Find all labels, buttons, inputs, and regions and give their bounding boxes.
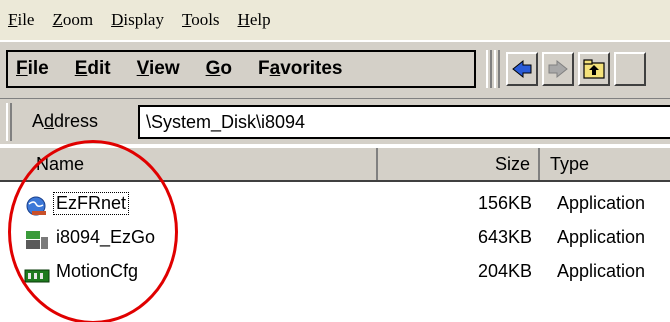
- up-folder-button[interactable]: [578, 52, 610, 86]
- pac-ezgo-icon: [26, 231, 48, 249]
- file-list: EzFRnet 156KB Application i8094_EzGo 643…: [0, 184, 670, 322]
- file-name: EzFRnet: [52, 192, 130, 215]
- file-size: 156KB: [477, 193, 532, 213]
- back-button[interactable]: [506, 52, 538, 86]
- file-type: Application: [557, 261, 646, 281]
- column-header-size[interactable]: Size: [380, 148, 540, 180]
- forward-arrow-icon: [548, 59, 568, 79]
- toolbar-grip-2[interactable]: [494, 50, 500, 88]
- address-input[interactable]: \System_Disk\i8094: [138, 105, 670, 139]
- file-list-header: Name Size Type: [0, 148, 670, 182]
- toolbar-grip[interactable]: [486, 50, 492, 88]
- address-bar: Address \System_Disk\i8094: [0, 98, 670, 144]
- forward-button[interactable]: [542, 52, 574, 86]
- zoom-menu-zoom[interactable]: Zoom: [52, 10, 93, 30]
- zoom-menu-display[interactable]: Display: [111, 10, 164, 30]
- menu-edit[interactable]: Edit: [75, 58, 111, 80]
- explorer-menu: File Edit View Go Favorites: [6, 50, 476, 88]
- menu-go[interactable]: Go: [206, 58, 232, 80]
- back-arrow-icon: [512, 59, 532, 79]
- explorer-command-bar: File Edit View Go Favorites: [0, 40, 670, 98]
- file-type: Application: [557, 193, 646, 213]
- file-name: i8094_EzGo: [56, 227, 156, 247]
- address-label: Address: [32, 111, 99, 131]
- column-header-name[interactable]: Name: [0, 148, 378, 180]
- up-folder-icon: [583, 59, 605, 79]
- file-row-motioncfg[interactable]: MotionCfg 204KB Application: [0, 256, 670, 290]
- file-name: MotionCfg: [56, 261, 139, 281]
- green-board-icon: [24, 269, 50, 283]
- address-grip[interactable]: [6, 103, 12, 141]
- zoom-menu-help[interactable]: Help: [238, 10, 271, 30]
- zoom-menu-tools[interactable]: Tools: [182, 10, 220, 30]
- zoom-menubar: File Zoom Display Tools Help: [0, 0, 670, 40]
- column-header-type[interactable]: Type: [542, 148, 670, 180]
- file-size: 204KB: [477, 261, 532, 281]
- file-size: 643KB: [477, 227, 532, 247]
- menu-favorites[interactable]: Favorites: [258, 58, 343, 80]
- file-row-ezfrnet[interactable]: EzFRnet 156KB Application: [0, 188, 670, 222]
- menu-view[interactable]: View: [137, 58, 180, 80]
- globe-app-icon: [26, 196, 46, 216]
- menu-file[interactable]: File: [16, 58, 49, 80]
- file-type: Application: [557, 227, 646, 247]
- zoom-menu-file[interactable]: File: [8, 10, 34, 30]
- toolbar-button-partial[interactable]: [614, 52, 646, 86]
- file-row-i8094-ezgo[interactable]: i8094_EzGo 643KB Application: [0, 222, 670, 256]
